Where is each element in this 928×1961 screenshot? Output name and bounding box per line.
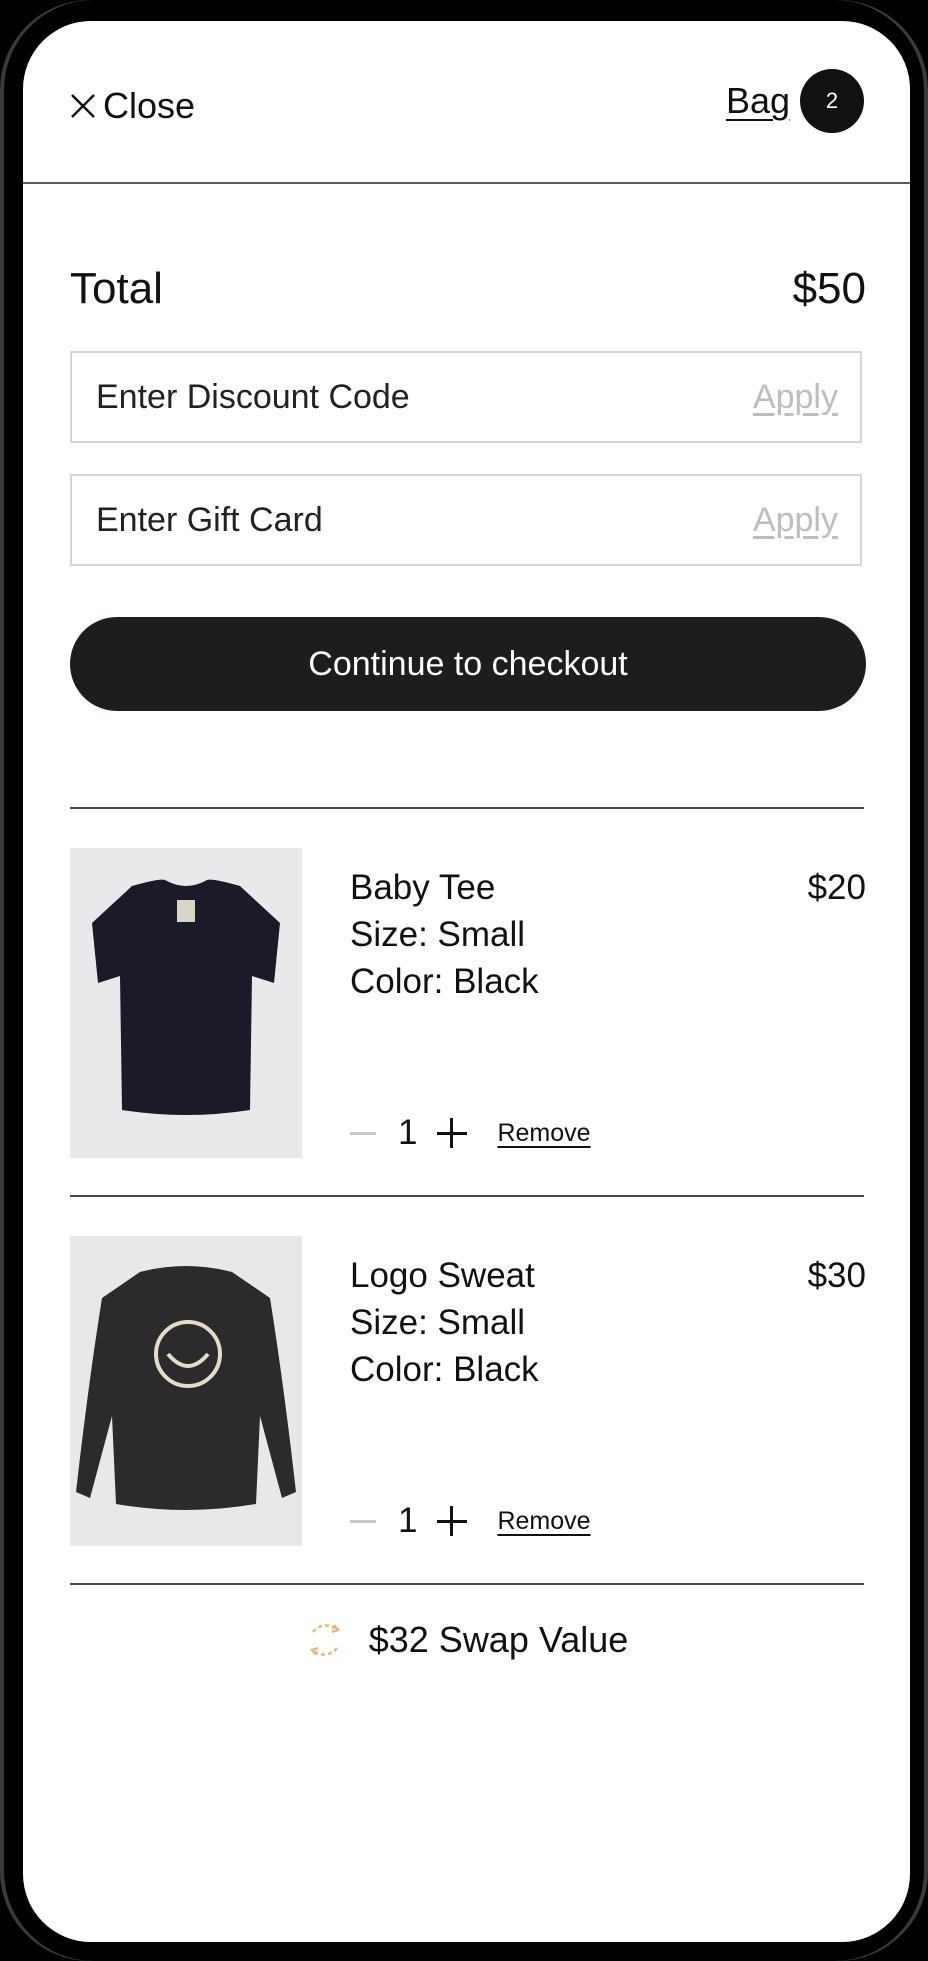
item-color: Color: Black xyxy=(350,962,539,1001)
discount-code-placeholder[interactable]: Enter Discount Code xyxy=(96,378,410,417)
gift-card-apply-button[interactable]: Apply xyxy=(753,501,838,540)
swap-value-label: $32 Swap Value xyxy=(368,1619,629,1660)
close-icon xyxy=(71,94,95,118)
gift-card-field[interactable]: Enter Gift Card Apply xyxy=(70,474,862,566)
decrease-quantity-button[interactable] xyxy=(350,1131,376,1135)
quantity-value: 1 xyxy=(398,1113,418,1152)
sweatshirt-image xyxy=(70,1236,302,1546)
device-frame: Close Bag 2 Total $50 Enter Discount Cod… xyxy=(0,0,928,1961)
close-label: Close xyxy=(103,85,196,126)
total-row: Total $50 xyxy=(70,264,866,314)
item-price: $20 xyxy=(807,868,866,907)
total-value: $50 xyxy=(792,264,866,313)
item-color: Color: Black xyxy=(350,1350,539,1389)
cart-item: Baby Tee Size: Small Color: Black $20 1 … xyxy=(70,848,866,1158)
swap-cycle-icon xyxy=(309,1624,340,1656)
cart-screen: Close Bag 2 Total $50 Enter Discount Cod… xyxy=(23,21,910,1942)
decrease-quantity-button[interactable] xyxy=(350,1519,376,1523)
discount-code-field[interactable]: Enter Discount Code Apply xyxy=(70,351,862,443)
quantity-value: 1 xyxy=(398,1501,418,1540)
increase-quantity-button[interactable] xyxy=(437,1118,468,1148)
divider xyxy=(70,807,864,809)
remove-button[interactable]: Remove xyxy=(497,1507,590,1536)
product-image[interactable] xyxy=(70,1236,302,1546)
gift-card-placeholder[interactable]: Enter Gift Card xyxy=(96,501,323,540)
bag-count-badge: 2 xyxy=(800,69,864,133)
item-price: $30 xyxy=(807,1256,866,1295)
cart-item: Logo Sweat Size: Small Color: Black $30 … xyxy=(70,1236,866,1546)
divider xyxy=(70,1583,864,1585)
discount-apply-button[interactable]: Apply xyxy=(753,378,838,417)
product-image[interactable] xyxy=(70,848,302,1158)
item-size: Size: Small xyxy=(350,1303,526,1342)
bag-button[interactable]: Bag 2 xyxy=(726,69,864,133)
item-size: Size: Small xyxy=(350,915,526,954)
increase-quantity-button[interactable] xyxy=(437,1506,468,1536)
remove-button[interactable]: Remove xyxy=(497,1119,590,1148)
quantity-stepper: 1 Remove xyxy=(350,1113,591,1153)
close-button[interactable]: Close xyxy=(69,85,195,127)
cart-header: Close Bag 2 xyxy=(23,21,910,184)
divider xyxy=(70,1195,864,1197)
bag-label[interactable]: Bag xyxy=(726,80,790,122)
checkout-button[interactable]: Continue to checkout xyxy=(70,617,866,711)
swap-value-row: $32 Swap Value xyxy=(23,1618,910,1662)
item-name[interactable]: Baby Tee xyxy=(350,868,495,908)
quantity-stepper: 1 Remove xyxy=(350,1501,591,1541)
tshirt-image xyxy=(70,848,302,1158)
total-label: Total xyxy=(70,264,163,313)
item-name[interactable]: Logo Sweat xyxy=(350,1256,535,1296)
